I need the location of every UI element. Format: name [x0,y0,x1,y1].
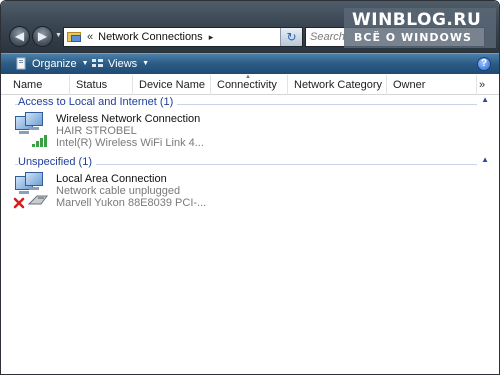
wireless-network-icon [13,112,53,150]
help-button[interactable]: ? [477,57,491,71]
address-breadcrumb[interactable]: Network Connections [98,31,203,43]
breadcrumb-arrow-icon[interactable]: ▸ [209,32,214,43]
column-header-name[interactable]: Name [7,75,70,95]
list-item-local-area-connection[interactable]: Local Area Connection Network cable unpl… [13,172,213,212]
connection-device: Intel(R) Wireless WiFi Link 4... [56,137,204,149]
column-header-owner[interactable]: Owner [387,75,477,95]
connection-status: Network cable unplugged [56,185,181,197]
more-columns-chevron[interactable]: » [479,75,485,95]
collapse-chevron-icon[interactable]: ▲ [481,95,489,104]
watermark-title: WINBLOG.RU [352,10,482,30]
disconnected-x-icon [13,197,25,209]
views-caret-icon: ▼ [142,60,150,67]
connection-device: Marvell Yukon 88E8039 PCI-... [56,197,207,209]
group-header-unspecified[interactable]: Unspecified (1) ▲ [15,155,493,170]
refresh-button[interactable]: ↻ [280,28,302,46]
address-overflow-chevron[interactable]: « [87,31,93,43]
list-item-wireless-connection[interactable]: Wireless Network Connection HAIR STROBEL… [13,112,213,152]
forward-arrow-icon: ▶ [37,29,48,43]
title-bar: ◀ ▶ ▼ « Network Connections ▸ ▼ ↻ Search… [1,1,499,53]
views-label: Views [108,57,138,70]
connection-name: Local Area Connection [56,173,167,185]
refresh-icon: ↻ [286,30,297,44]
column-header-network-category[interactable]: Network Category [288,75,387,95]
wired-network-icon [13,172,53,210]
organize-label: Organize [32,57,77,70]
views-icon [91,57,104,70]
group-title: Unspecified (1) [18,156,96,168]
organize-caret-icon: ▼ [81,60,89,67]
group-title: Access to Local and Internet (1) [18,96,178,108]
connection-details: Local Area Connection Network cable unpl… [56,173,206,209]
back-arrow-icon: ◀ [14,29,25,43]
connection-details: Wireless Network Connection HAIR STROBEL… [56,113,204,149]
watermark: WINBLOG.RU ВСЁ О WINDOWS [344,8,496,48]
sort-indicator-icon: ▲ [245,74,251,80]
network-folder-icon [67,30,83,44]
organize-icon [15,57,28,70]
collapse-chevron-icon[interactable]: ▲ [481,155,489,164]
connection-name: Wireless Network Connection [56,113,201,125]
connection-status: HAIR STROBEL [56,125,137,137]
views-button[interactable]: Views ▼ [91,57,149,70]
group-header-access-local-internet[interactable]: Access to Local and Internet (1) ▲ [15,95,493,110]
organize-button[interactable]: Organize ▼ [15,57,89,70]
search-placeholder: Search [310,31,345,43]
help-icon: ? [480,58,488,69]
column-header-device-name[interactable]: Device Name [133,75,211,95]
address-bar[interactable]: « Network Connections ▸ ▼ [63,27,303,47]
command-toolbar: Organize ▼ Views ▼ ? [1,53,499,74]
column-header-status[interactable]: Status [70,75,133,95]
back-button[interactable]: ◀ [9,26,30,47]
forward-button[interactable]: ▶ [32,26,53,47]
explorer-window: ◀ ▶ ▼ « Network Connections ▸ ▼ ↻ Search… [0,0,500,375]
recent-pages-dropdown[interactable]: ▼ [55,32,63,42]
watermark-subtitle: ВСЁ О WINDOWS [354,31,472,44]
